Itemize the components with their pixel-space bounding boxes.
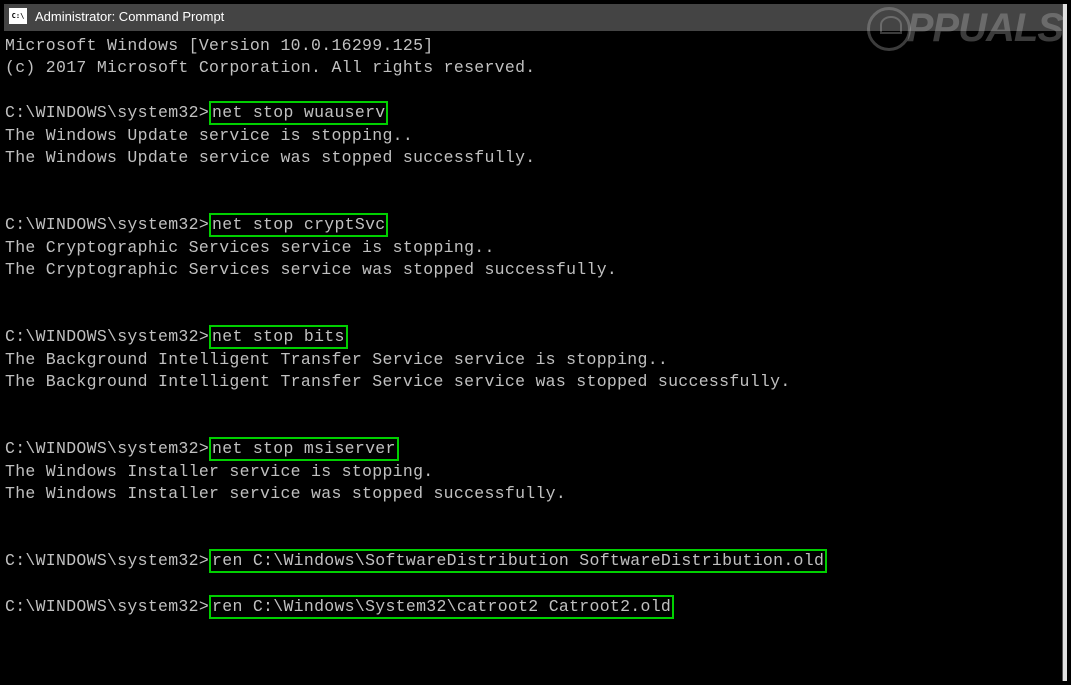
prompt: C:\WINDOWS\system32> <box>5 327 209 346</box>
output-2a: The Cryptographic Services service is st… <box>5 238 495 257</box>
cmd-icon <box>9 8 27 24</box>
prompt: C:\WINDOWS\system32> <box>5 215 209 234</box>
terminal-output[interactable]: Microsoft Windows [Version 10.0.16299.12… <box>1 31 1062 623</box>
command-1: net stop wuauserv <box>209 101 388 125</box>
output-4b: The Windows Installer service was stoppe… <box>5 484 566 503</box>
command-2: net stop cryptSvc <box>209 213 388 237</box>
command-4: net stop msiserver <box>209 437 399 461</box>
output-3b: The Background Intelligent Transfer Serv… <box>5 372 791 391</box>
prompt: C:\WINDOWS\system32> <box>5 551 209 570</box>
version-line: Microsoft Windows [Version 10.0.16299.12… <box>5 36 433 55</box>
prompt: C:\WINDOWS\system32> <box>5 439 209 458</box>
output-1a: The Windows Update service is stopping.. <box>5 126 413 145</box>
output-3a: The Background Intelligent Transfer Serv… <box>5 350 668 369</box>
window-title: Administrator: Command Prompt <box>35 9 224 24</box>
prompt: C:\WINDOWS\system32> <box>5 597 209 616</box>
copyright-line: (c) 2017 Microsoft Corporation. All righ… <box>5 58 535 77</box>
output-1b: The Windows Update service was stopped s… <box>5 148 535 167</box>
output-2b: The Cryptographic Services service was s… <box>5 260 617 279</box>
prompt: C:\WINDOWS\system32> <box>5 103 209 122</box>
command-5: ren C:\Windows\SoftwareDistribution Soft… <box>209 549 827 573</box>
watermark-logo-icon <box>867 7 911 51</box>
watermark-text: PPUALS <box>907 6 1063 51</box>
command-prompt-window: Administrator: Command Prompt Microsoft … <box>0 0 1063 685</box>
watermark: PPUALS <box>867 6 1063 51</box>
command-3: net stop bits <box>209 325 348 349</box>
command-6: ren C:\Windows\System32\catroot2 Catroot… <box>209 595 674 619</box>
output-4a: The Windows Installer service is stoppin… <box>5 462 433 481</box>
